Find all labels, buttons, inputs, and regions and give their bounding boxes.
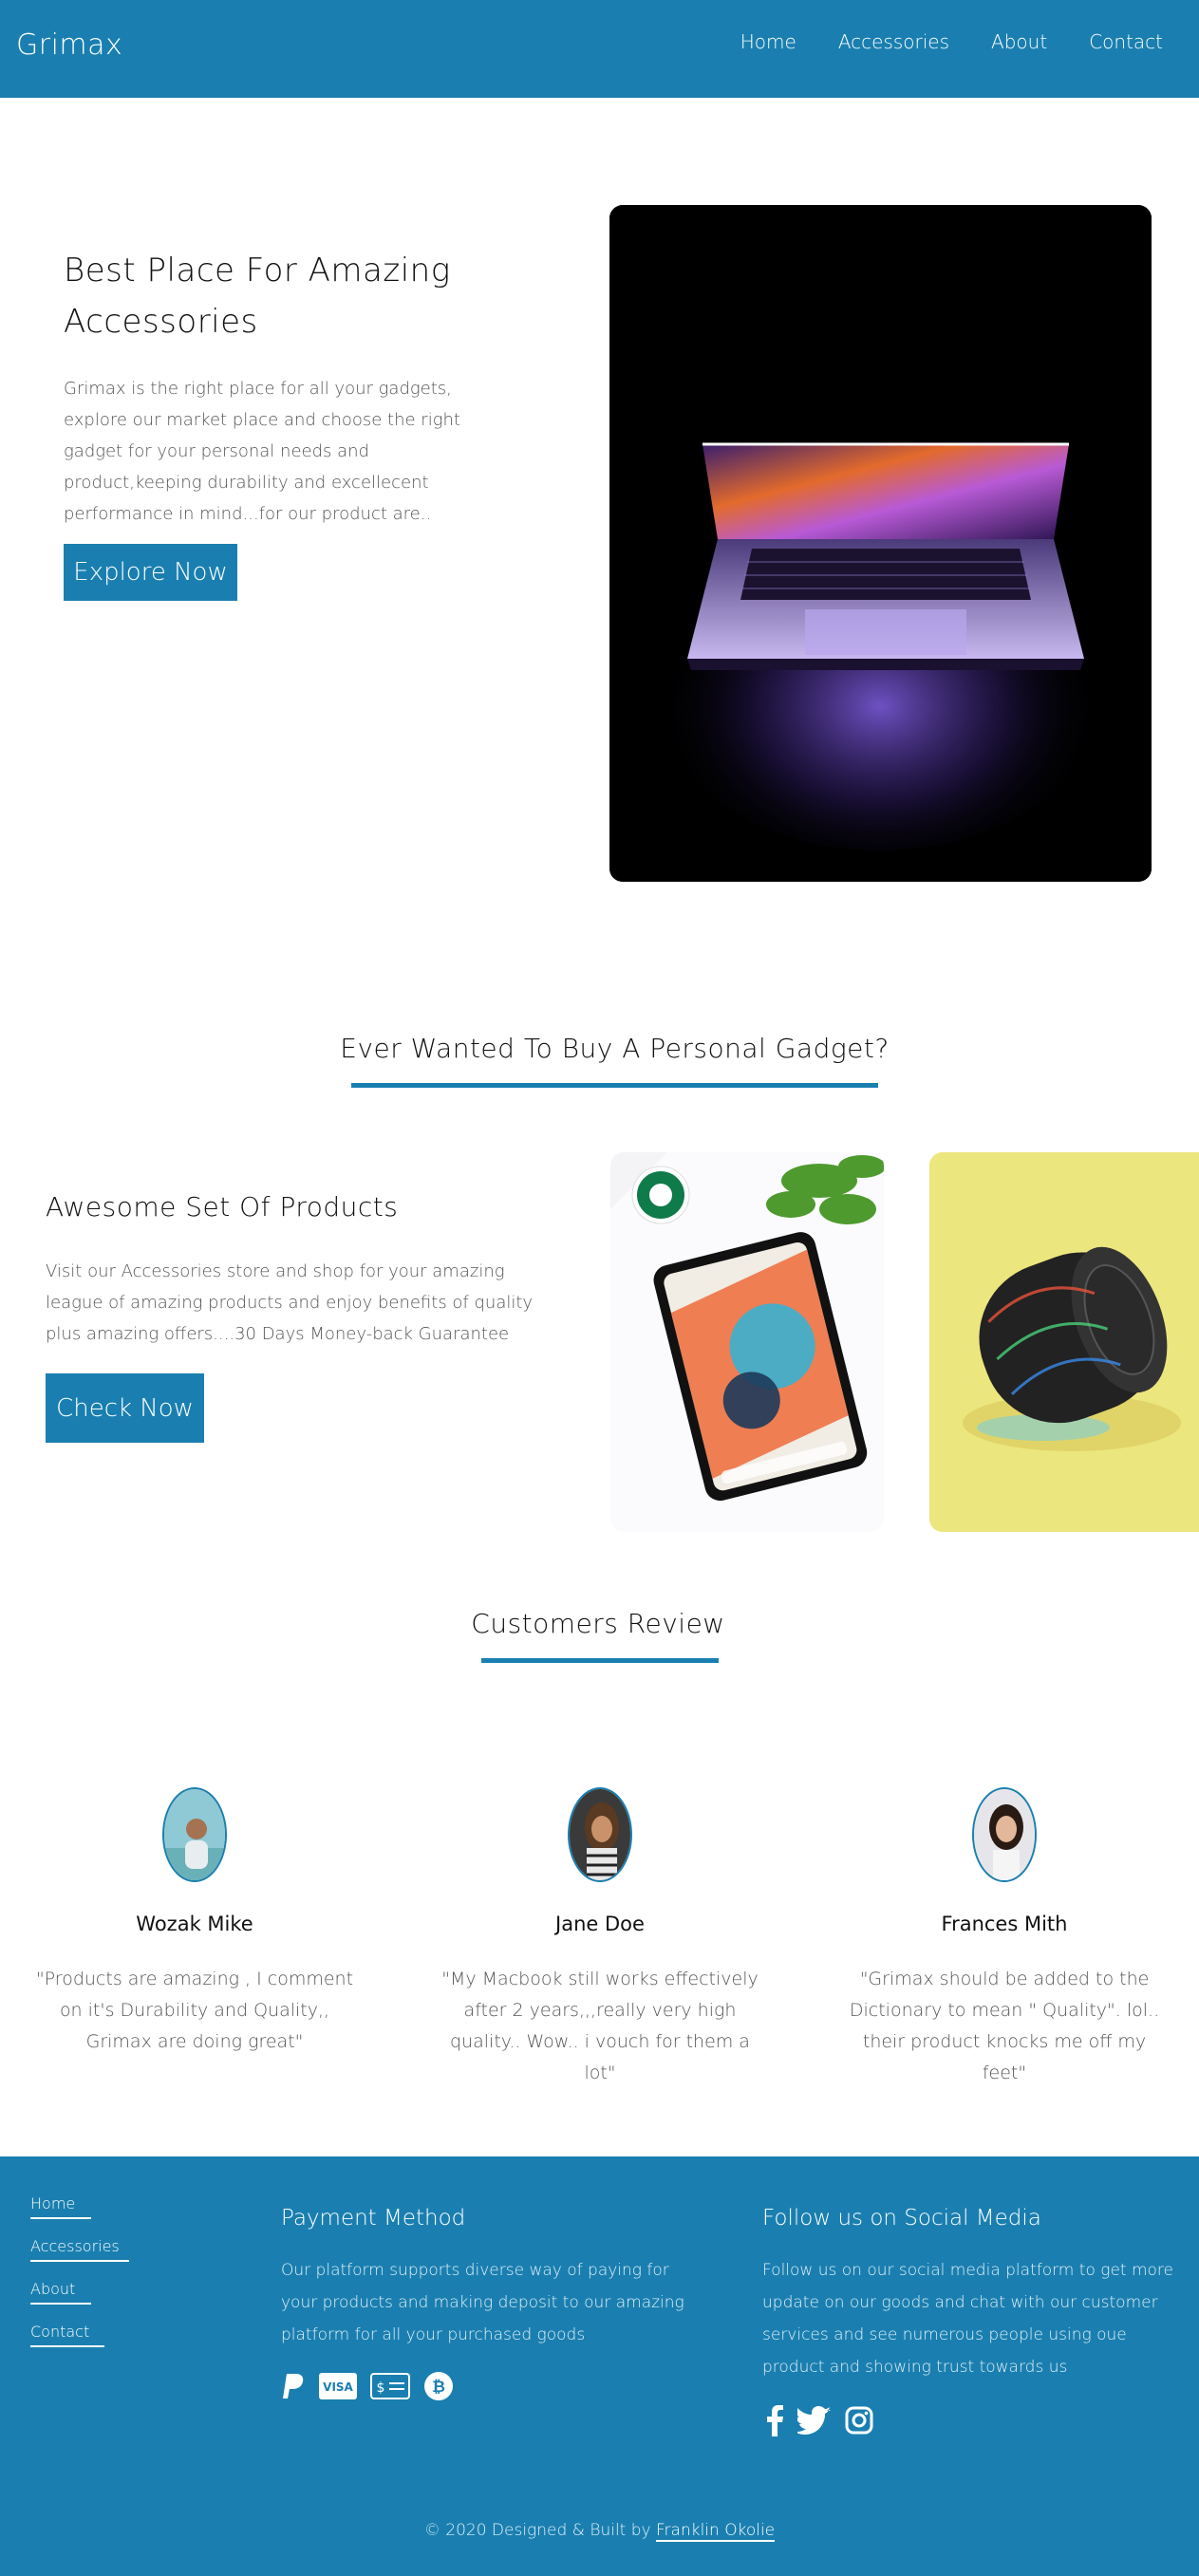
instagram-icon[interactable] <box>845 2406 873 2438</box>
review-card: Wozak Mike "Products are amazing , I com… <box>24 1787 365 2058</box>
review-card: Jane Doe "My Macbook still works effecti… <box>429 1787 771 2089</box>
hero-laptop-image <box>609 205 1152 882</box>
ipad-product-image <box>610 1152 884 1532</box>
bitcoin-icon: ₿ <box>423 2371 454 2405</box>
payment-method-title: Payment Method <box>281 2206 466 2231</box>
navbar: Grimax Home Accessories About Contact <box>0 0 1199 98</box>
gadget-section-title: Ever Wanted To Buy A Personal Gadget? <box>340 1033 890 1064</box>
nav-contact-link[interactable]: Contact <box>1089 30 1163 53</box>
nav-accessories-link[interactable]: Accessories <box>838 30 949 53</box>
nav-about-link[interactable]: About <box>991 30 1047 53</box>
products-description: Visit our Accessories store and shop for… <box>46 1261 534 1344</box>
footer-home-link[interactable]: Home <box>30 2194 91 2219</box>
credit-card-icon: $ <box>370 2373 410 2403</box>
social-icons <box>765 2404 873 2440</box>
twitter-icon[interactable] <box>795 2406 832 2438</box>
copyright: © 2020 Designed & Built by Franklin Okol… <box>0 2521 1199 2542</box>
nav-home-link[interactable]: Home <box>740 30 796 53</box>
copyright-text: © 2020 Designed & Built by <box>423 2521 651 2540</box>
paypal-icon <box>281 2372 306 2404</box>
explore-now-button[interactable]: Explore Now <box>64 544 237 601</box>
reviews-section-title: Customers Review <box>471 1608 725 1639</box>
payment-method-text: Our platform supports diverse way of pay… <box>281 2261 684 2344</box>
author-link[interactable]: Franklin Okolie <box>656 2521 776 2542</box>
review-text: "Products are amazing , I comment on it'… <box>35 1969 354 2052</box>
facebook-icon[interactable] <box>765 2404 784 2440</box>
footer-accessories-link[interactable]: Accessories <box>30 2237 129 2262</box>
reviewer-name: Jane Doe <box>555 1913 645 1935</box>
speaker-product-image <box>929 1152 1199 1532</box>
avatar <box>972 1787 1037 1882</box>
brand-logo[interactable]: Grimax <box>16 28 122 62</box>
svg-text:VISA: VISA <box>323 2380 353 2394</box>
social-media-text: Follow us on our social media platform t… <box>762 2261 1174 2377</box>
check-now-button[interactable]: Check Now <box>46 1373 204 1443</box>
review-text: "My Macbook still works effectively afte… <box>441 1969 759 2083</box>
hero-title: Best Place For Amazing Accessories <box>64 252 451 341</box>
visa-icon: VISA <box>319 2373 357 2403</box>
social-media-title: Follow us on Social Media <box>762 2206 1041 2231</box>
review-card: Frances Mith "Grimax should be added to … <box>834 1787 1175 2089</box>
reviewer-name: Frances Mith <box>941 1913 1068 1935</box>
footer-links: Home Accessories About Contact <box>30 2194 129 2365</box>
nav-links: Home Accessories About Contact <box>740 30 1163 53</box>
svg-text:$: $ <box>377 2380 385 2396</box>
reviews-title-underline <box>481 1658 719 1663</box>
footer-contact-link[interactable]: Contact <box>30 2323 104 2347</box>
avatar <box>162 1787 227 1882</box>
products-title: Awesome Set Of Products <box>46 1191 399 1223</box>
footer-about-link[interactable]: About <box>30 2280 91 2305</box>
footer: Home Accessories About Contact Payment M… <box>0 2156 1199 2576</box>
avatar <box>568 1787 632 1882</box>
reviewer-name: Wozak Mike <box>136 1913 253 1935</box>
payment-icons: VISA $ ₿ <box>281 2371 454 2405</box>
svg-text:₿: ₿ <box>432 2378 445 2397</box>
gadget-title-underline <box>351 1083 878 1088</box>
review-text: "Grimax should be added to the Dictionar… <box>849 1969 1160 2083</box>
hero-description: Grimax is the right place for all your g… <box>64 379 460 524</box>
